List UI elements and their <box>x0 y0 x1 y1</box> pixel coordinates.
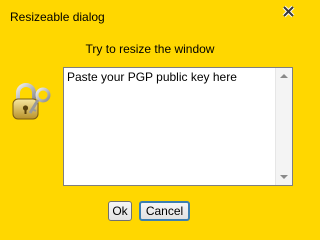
pgp-key-textarea-container: Paste your PGP public key here <box>63 67 293 186</box>
padlock-key-icon <box>8 80 52 124</box>
close-button[interactable] <box>280 3 297 20</box>
dialog-prompt: Try to resize the window <box>85 42 215 56</box>
cancel-button[interactable]: Cancel <box>139 201 190 221</box>
title-bar[interactable]: Resizeable dialog <box>0 0 300 26</box>
scroll-down-arrow-icon[interactable] <box>280 175 288 179</box>
close-icon <box>282 5 295 18</box>
scroll-up-arrow-icon[interactable] <box>280 74 288 78</box>
vertical-scrollbar[interactable] <box>275 68 292 185</box>
ok-button[interactable]: Ok <box>108 201 132 221</box>
pgp-key-textarea[interactable]: Paste your PGP public key here <box>64 68 275 185</box>
window-title: Resizeable dialog <box>10 10 105 24</box>
